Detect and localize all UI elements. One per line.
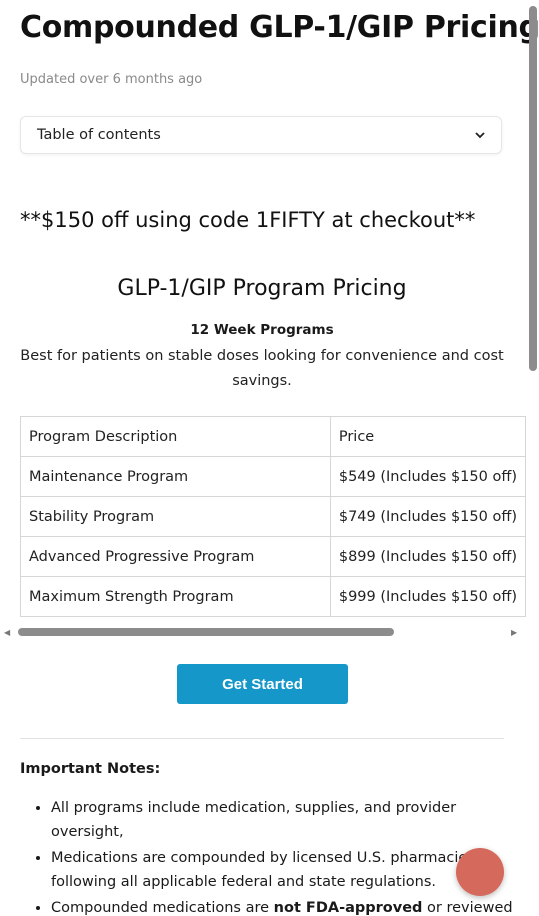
list-item: Compounded medications are not FDA-appro… [51, 896, 531, 916]
updated-timestamp: Updated over 6 months ago [20, 72, 203, 87]
get-started-button[interactable]: Get Started [177, 664, 348, 704]
table-horizontal-scrollbar[interactable]: ◀ ▶ [0, 626, 539, 638]
program-name-cell: Maximum Strength Program [20, 576, 331, 617]
table-row: Stability Program $749 (Includes $150 of… [20, 496, 526, 537]
chat-launcher-icon[interactable] [456, 848, 504, 896]
program-subheading: 12 Week Programs [190, 322, 334, 338]
pricing-table: Program Description Price Maintenance Pr… [20, 416, 526, 617]
program-name-cell: Maintenance Program [20, 456, 331, 497]
table-row: Maximum Strength Program $999 (Includes … [20, 576, 526, 617]
note-text: Compounded medications are [51, 900, 270, 916]
price-cell: $549 (Includes $150 off) [329, 456, 526, 497]
toc-label: Table of contents [37, 127, 161, 143]
price-cell: $999 (Includes $150 off) [329, 576, 526, 617]
table-header-row: Program Description Price [20, 416, 526, 457]
vertical-scrollbar-thumb[interactable] [529, 6, 537, 371]
program-name-cell: Advanced Progressive Program [20, 536, 331, 577]
note-emphasis: not FDA-approved [273, 900, 423, 916]
price-cell: $899 (Includes $150 off) [329, 536, 526, 577]
section-divider [20, 738, 504, 739]
help-article-page: Compounded GLP-1/GIP Pricing Updated ove… [0, 0, 539, 916]
section-title: GLP-1/GIP Program Pricing [117, 276, 407, 301]
header-price: Price [329, 416, 526, 457]
scroll-right-arrow-icon[interactable]: ▶ [511, 628, 517, 637]
header-program-description: Program Description [20, 416, 331, 457]
table-row: Advanced Progressive Program $899 (Inclu… [20, 536, 526, 577]
table-of-contents-toggle[interactable]: Table of contents [20, 116, 502, 154]
pricing-table-scroll-area[interactable]: Program Description Price Maintenance Pr… [20, 416, 526, 626]
page-vertical-scrollbar[interactable] [527, 0, 539, 916]
list-item: All programs include medication, supplie… [51, 796, 531, 844]
program-name-cell: Stability Program [20, 496, 331, 537]
article-title: Compounded GLP-1/GIP Pricing [20, 10, 539, 45]
horizontal-scrollbar-thumb[interactable] [18, 628, 394, 636]
table-row: Maintenance Program $549 (Includes $150 … [20, 456, 526, 497]
important-notes-heading: Important Notes: [20, 761, 161, 777]
note-text-tail: or reviewed [422, 900, 513, 916]
promo-code-text: **$150 off using code 1FIFTY at checkout… [20, 208, 476, 232]
important-notes-list: All programs include medication, supplie… [20, 796, 531, 916]
price-cell: $749 (Includes $150 off) [329, 496, 526, 537]
scroll-left-arrow-icon[interactable]: ◀ [4, 628, 10, 637]
chevron-down-icon [475, 131, 485, 139]
program-description: Best for patients on stable doses lookin… [20, 348, 504, 389]
